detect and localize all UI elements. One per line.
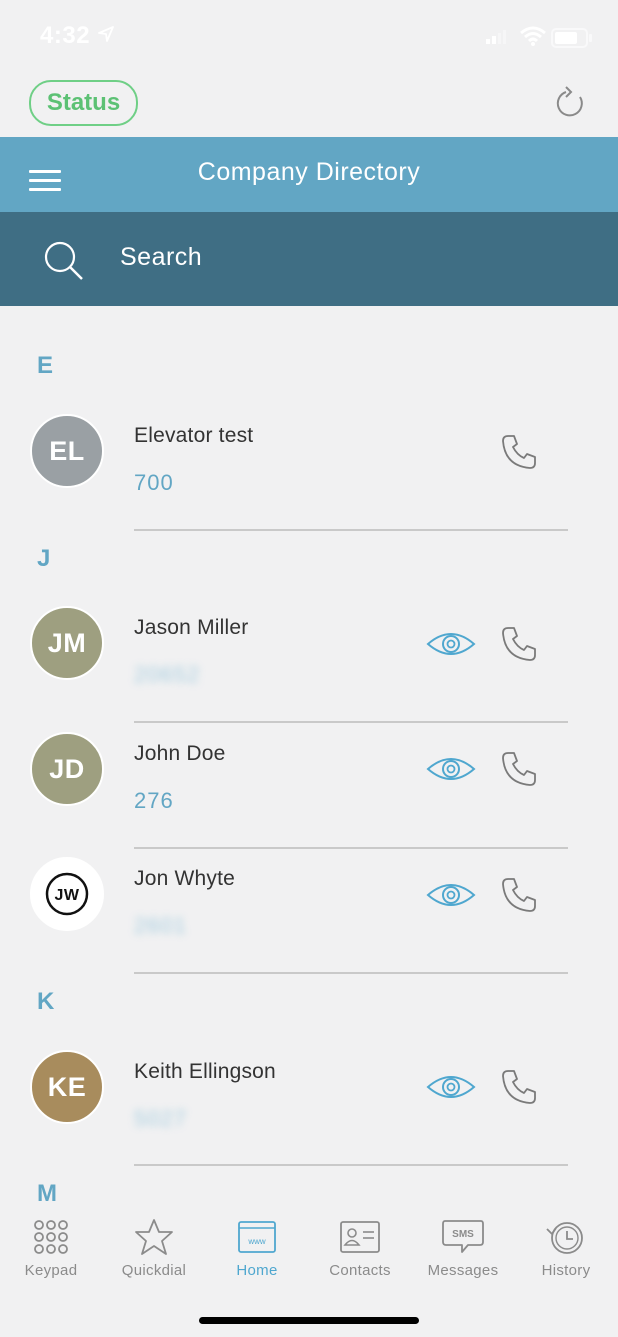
contact-name[interactable]: Keith Ellingson bbox=[134, 1060, 276, 1084]
contact-name[interactable]: Jason Miller bbox=[134, 616, 248, 640]
divider bbox=[134, 721, 568, 723]
sms-icon: SMS bbox=[442, 1220, 484, 1253]
history-icon bbox=[546, 1222, 583, 1254]
star-icon bbox=[135, 1219, 173, 1255]
tab-contacts[interactable]: Contacts bbox=[310, 1215, 410, 1279]
phone-icon[interactable] bbox=[500, 876, 538, 914]
phone-icon[interactable] bbox=[500, 625, 538, 663]
battery-icon bbox=[551, 28, 592, 48]
section-header-m: M bbox=[37, 1180, 57, 1207]
section-header-e: E bbox=[37, 352, 54, 379]
contact-name[interactable]: Elevator test bbox=[134, 424, 253, 448]
presence-eye-icon[interactable] bbox=[426, 754, 476, 784]
section-header-j: J bbox=[37, 545, 51, 572]
tab-history[interactable]: History bbox=[516, 1215, 616, 1279]
contact-number: 700 bbox=[134, 470, 174, 495]
search-icon bbox=[44, 241, 83, 280]
avatar: KE bbox=[30, 1050, 104, 1124]
presence-eye-icon[interactable] bbox=[426, 880, 476, 910]
tab-keypad[interactable]: Keypad bbox=[1, 1215, 101, 1279]
phone-icon[interactable] bbox=[500, 1068, 538, 1106]
phone-icon[interactable] bbox=[500, 433, 538, 471]
svg-text:SMS: SMS bbox=[452, 1229, 474, 1240]
tab-label: Keypad bbox=[24, 1262, 78, 1279]
tab-label: Messages bbox=[427, 1262, 499, 1279]
refresh-icon[interactable] bbox=[553, 85, 589, 121]
presence-eye-icon[interactable] bbox=[426, 1072, 476, 1102]
divider bbox=[134, 529, 568, 531]
tab-label: Quickdial bbox=[121, 1262, 187, 1279]
jw-logo: JW bbox=[45, 872, 89, 916]
tab-label: History bbox=[541, 1262, 591, 1279]
search-input[interactable]: Search bbox=[120, 243, 202, 272]
tab-label: Contacts bbox=[329, 1262, 391, 1279]
tab-quickdial[interactable]: Quickdial bbox=[104, 1215, 204, 1279]
avatar: JW bbox=[30, 857, 104, 931]
contact-number: 2601 bbox=[134, 913, 187, 938]
status-button[interactable]: Status bbox=[29, 80, 138, 126]
phone-icon[interactable] bbox=[500, 750, 538, 788]
section-header-k: K bbox=[37, 988, 55, 1015]
divider bbox=[134, 847, 568, 849]
keypad-icon bbox=[34, 1220, 68, 1254]
www-icon: www bbox=[238, 1221, 276, 1253]
avatar: EL bbox=[30, 414, 104, 488]
location-arrow-icon bbox=[98, 26, 114, 42]
divider bbox=[134, 1164, 568, 1166]
svg-text:JW: JW bbox=[55, 887, 80, 904]
contact-number: 276 bbox=[134, 788, 174, 813]
tab-home[interactable]: www Home bbox=[207, 1215, 307, 1279]
contact-number: 5027 bbox=[134, 1106, 187, 1131]
home-indicator[interactable] bbox=[199, 1317, 419, 1324]
search-bar[interactable] bbox=[0, 212, 618, 306]
svg-text:www: www bbox=[247, 1237, 266, 1246]
status-bar: 4:32 bbox=[0, 0, 618, 75]
tab-messages[interactable]: SMS Messages bbox=[413, 1215, 513, 1279]
page-title: Company Directory bbox=[197, 158, 421, 186]
avatar: JD bbox=[30, 732, 104, 806]
wifi-icon bbox=[520, 26, 546, 46]
contact-card-icon bbox=[340, 1221, 380, 1253]
contact-name[interactable]: Jon Whyte bbox=[134, 867, 235, 891]
contact-number: 20652 bbox=[134, 662, 201, 687]
presence-eye-icon[interactable] bbox=[426, 629, 476, 659]
divider bbox=[134, 972, 568, 974]
clock: 4:32 bbox=[40, 22, 91, 49]
tab-label: Home bbox=[236, 1262, 278, 1279]
signal-icon bbox=[486, 30, 506, 44]
contact-name[interactable]: John Doe bbox=[134, 742, 226, 766]
avatar: JM bbox=[30, 606, 104, 680]
